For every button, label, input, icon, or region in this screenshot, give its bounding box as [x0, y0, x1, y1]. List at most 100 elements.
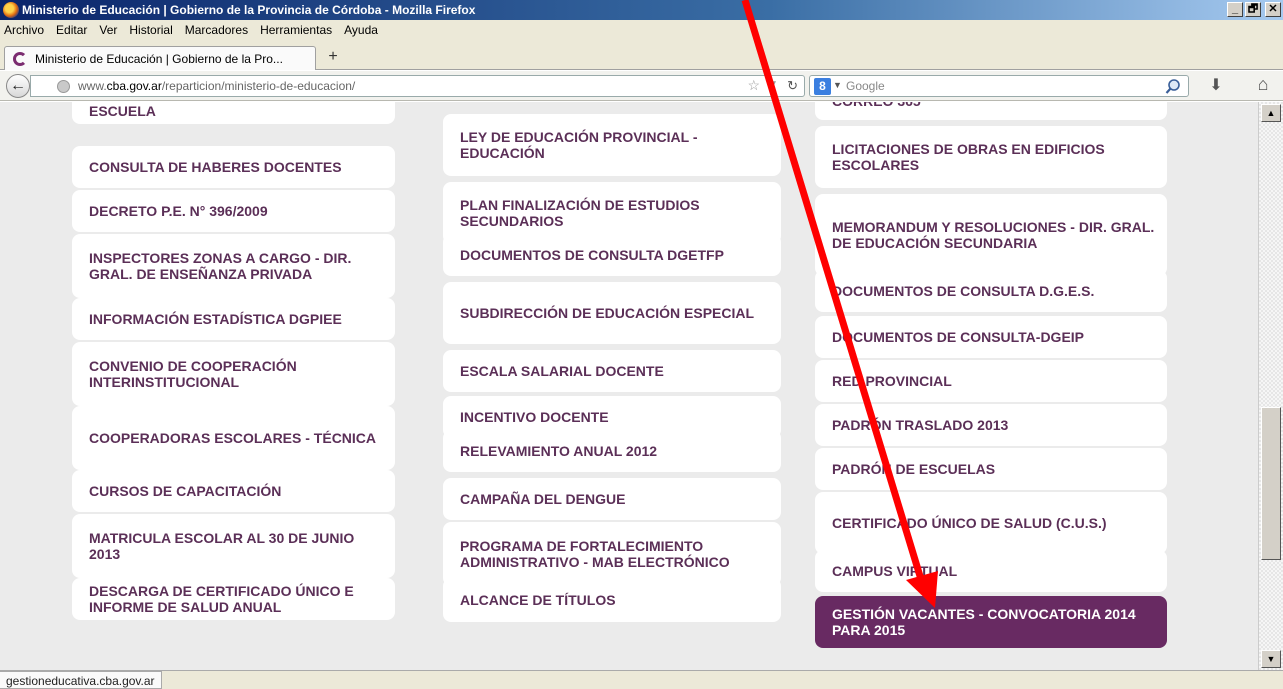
link-label: MEMORANDUM Y RESOLUCIONES - DIR. GRAL. D…: [832, 219, 1155, 251]
vertical-scrollbar[interactable]: ▲ ▼: [1258, 102, 1283, 670]
tab-label: Ministerio de Educación | Gobierno de la…: [35, 52, 283, 66]
link-label: DESCARGA DE CERTIFICADO ÚNICO E INFORME …: [89, 583, 354, 615]
reload-icon[interactable]: ↻: [787, 78, 798, 94]
navigation-bar: www.cba.gov.ar/reparticion/ministerio-de…: [0, 71, 1283, 101]
link-card[interactable]: DOCUMENTOS DE CONSULTA DGETFP: [443, 234, 781, 276]
link-label: GESTIÓN VACANTES - CONVOCATORIA 2014 PAR…: [832, 606, 1136, 638]
scroll-down-button[interactable]: ▼: [1261, 650, 1281, 668]
link-card[interactable]: INFORMACIÓN ESTADÍSTICA DGPIEE: [72, 298, 395, 340]
link-card[interactable]: LEY DE EDUCACIÓN PROVINCIAL - EDUCACIÓN: [443, 114, 781, 176]
link-label: CONSULTA DE HABERES DOCENTES: [89, 159, 342, 175]
link-card[interactable]: PADRÓN TRASLADO 2013: [815, 404, 1167, 446]
link-card[interactable]: RELEVAMIENTO ANUAL 2012: [443, 430, 781, 472]
menu-archivo[interactable]: Archivo: [4, 23, 44, 37]
link-label: CAMPAÑA DEL DENGUE: [460, 491, 626, 507]
link-label: CURSOS DE CAPACITACIÓN: [89, 483, 282, 499]
menu-herramientas[interactable]: Herramientas: [260, 23, 332, 37]
site-favicon-icon: [13, 52, 27, 66]
link-card[interactable]: COOPERADORAS ESCOLARES - TÉCNICA: [72, 406, 395, 470]
link-label: INSPECTORES ZONAS A CARGO - DIR. GRAL. D…: [89, 250, 352, 282]
link-label: LEY DE EDUCACIÓN PROVINCIAL - EDUCACIÓN: [460, 129, 698, 161]
link-label: COOPERADORAS ESCOLARES - TÉCNICA: [89, 430, 377, 446]
link-label: DOCUMENTOS DE CONSULTA D.G.E.S.: [832, 283, 1095, 299]
status-link-preview: gestioneducativa.cba.gov.ar: [0, 671, 162, 689]
link-card-gestion-vacantes[interactable]: GESTIÓN VACANTES - CONVOCATORIA 2014 PAR…: [815, 596, 1167, 648]
search-icon[interactable]: [1165, 78, 1182, 95]
link-card[interactable]: PROGRAMA PROVINCIAL MÁS Y MEJOR ESCUELA: [72, 102, 395, 124]
link-label: INFORMACIÓN ESTADÍSTICA DGPIEE: [89, 311, 342, 327]
link-card[interactable]: CAMPUS VIRTUAL: [815, 550, 1167, 592]
link-label: INCENTIVO DOCENTE: [460, 409, 609, 425]
menu-historial[interactable]: Historial: [129, 23, 172, 37]
maximize-button[interactable]: 🗗: [1245, 2, 1261, 17]
home-icon[interactable]: ⌂: [1250, 74, 1276, 96]
link-label: RED PROVINCIAL: [832, 373, 952, 389]
history-dropdown-icon[interactable]: ▼: [768, 79, 778, 90]
link-label: LICITACIONES DE OBRAS EN EDIFICIOS ESCOL…: [832, 141, 1105, 173]
window-title-bar: Ministerio de Educación | Gobierno de la…: [0, 0, 1283, 20]
link-card[interactable]: ESCALA SALARIAL DOCENTE: [443, 350, 781, 392]
tab-bar: Ministerio de Educación | Gobierno de la…: [0, 40, 1283, 70]
link-label: DECRETO P.E. N° 396/2009: [89, 203, 268, 219]
search-box[interactable]: 8 ▼ Google: [809, 75, 1189, 97]
menu-bar: Archivo Editar Ver Historial Marcadores …: [0, 20, 1283, 40]
engine-dropdown-icon[interactable]: ▼: [833, 80, 842, 90]
link-label: SUBDIRECCIÓN DE EDUCACIÓN ESPECIAL: [460, 305, 755, 321]
link-card[interactable]: PROGRAMA DE FORTALECIMIENTO ADMINISTRATI…: [443, 522, 781, 586]
link-card[interactable]: INSPECTORES ZONAS A CARGO - DIR. GRAL. D…: [72, 234, 395, 298]
link-label: CORREO 365: [832, 102, 921, 109]
status-bar: gestioneducativa.cba.gov.ar: [0, 670, 1283, 689]
link-card[interactable]: DECRETO P.E. N° 396/2009: [72, 190, 395, 232]
bookmark-star-icon[interactable]: ☆: [747, 77, 760, 94]
menu-editar[interactable]: Editar: [56, 23, 87, 37]
link-label: ALCANCE DE TÍTULOS: [460, 592, 616, 608]
tab-ministerio[interactable]: Ministerio de Educación | Gobierno de la…: [4, 46, 316, 70]
firefox-logo-icon: [3, 2, 19, 18]
page-content: PROGRAMA PROVINCIAL MÁS Y MEJOR ESCUELA C…: [0, 102, 1258, 670]
link-card[interactable]: CERTIFICADO ÚNICO DE SALUD (C.U.S.): [815, 492, 1167, 554]
link-card[interactable]: CONSULTA DE HABERES DOCENTES: [72, 146, 395, 188]
download-icon[interactable]: ⬇: [1206, 75, 1226, 97]
menu-ver[interactable]: Ver: [99, 23, 117, 37]
close-button[interactable]: ✕: [1265, 2, 1281, 17]
back-button[interactable]: ←: [6, 74, 30, 98]
link-label: CONVENIO DE COOPERACIÓN INTERINSTITUCION…: [89, 358, 297, 390]
link-card[interactable]: PADRÓN DE ESCUELAS: [815, 448, 1167, 490]
menu-ayuda[interactable]: Ayuda: [344, 23, 378, 37]
minimize-button[interactable]: _: [1227, 2, 1243, 17]
link-label: PROGRAMA PROVINCIAL MÁS Y MEJOR ESCUELA: [89, 102, 363, 119]
url-bar[interactable]: www.cba.gov.ar/reparticion/ministerio-de…: [30, 75, 805, 97]
new-tab-button[interactable]: +: [322, 48, 344, 68]
link-label: ESCALA SALARIAL DOCENTE: [460, 363, 664, 379]
link-label: RELEVAMIENTO ANUAL 2012: [460, 443, 658, 459]
url-text: www.cba.gov.ar/reparticion/ministerio-de…: [78, 79, 356, 93]
link-label: CERTIFICADO ÚNICO DE SALUD (C.U.S.): [832, 515, 1107, 531]
link-card[interactable]: CAMPAÑA DEL DENGUE: [443, 478, 781, 520]
link-label: PLAN FINALIZACIÓN DE ESTUDIOS SECUNDARIO…: [460, 197, 700, 229]
scroll-thumb[interactable]: [1261, 407, 1281, 560]
link-card[interactable]: DOCUMENTOS DE CONSULTA-DGEIP: [815, 316, 1167, 358]
link-card[interactable]: ALCANCE DE TÍTULOS: [443, 578, 781, 622]
search-engine-placeholder: Google: [846, 79, 885, 93]
link-label: MATRICULA ESCOLAR AL 30 DE JUNIO 2013: [89, 530, 355, 562]
link-card[interactable]: CONVENIO DE COOPERACIÓN INTERINSTITUCION…: [72, 342, 395, 406]
link-label: DOCUMENTOS DE CONSULTA DGETFP: [460, 247, 724, 263]
window-title: Ministerio de Educación | Gobierno de la…: [22, 3, 476, 17]
link-card[interactable]: DOCUMENTOS DE CONSULTA D.G.E.S.: [815, 270, 1167, 312]
google-logo-icon[interactable]: 8: [814, 78, 831, 95]
link-card[interactable]: SUBDIRECCIÓN DE EDUCACIÓN ESPECIAL: [443, 282, 781, 344]
link-card[interactable]: MATRICULA ESCOLAR AL 30 DE JUNIO 2013: [72, 514, 395, 578]
link-label: PADRÓN TRASLADO 2013: [832, 417, 1009, 433]
link-card[interactable]: CORREO 365: [815, 102, 1167, 120]
link-card[interactable]: CURSOS DE CAPACITACIÓN: [72, 470, 395, 512]
menu-marcadores[interactable]: Marcadores: [185, 23, 248, 37]
link-card[interactable]: MEMORANDUM Y RESOLUCIONES - DIR. GRAL. D…: [815, 194, 1167, 276]
link-label: CAMPUS VIRTUAL: [832, 563, 958, 579]
link-card[interactable]: LICITACIONES DE OBRAS EN EDIFICIOS ESCOL…: [815, 126, 1167, 188]
link-card[interactable]: RED PROVINCIAL: [815, 360, 1167, 402]
link-label: DOCUMENTOS DE CONSULTA-DGEIP: [832, 329, 1085, 345]
link-label: PADRÓN DE ESCUELAS: [832, 461, 996, 477]
scroll-up-button[interactable]: ▲: [1261, 104, 1281, 122]
link-label: PROGRAMA DE FORTALECIMIENTO ADMINISTRATI…: [460, 538, 730, 570]
link-card[interactable]: DESCARGA DE CERTIFICADO ÚNICO E INFORME …: [72, 578, 395, 620]
